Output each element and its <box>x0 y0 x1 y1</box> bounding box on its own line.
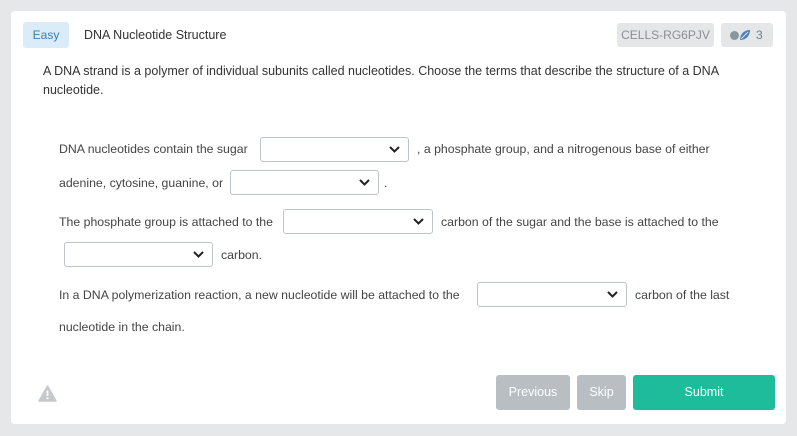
sentence-1-text-c: adenine, cytosine, guanine, or <box>59 176 224 190</box>
chevron-down-icon <box>193 251 204 258</box>
progress-count: 3 <box>756 28 763 42</box>
submit-button[interactable]: Submit <box>633 375 775 410</box>
difficulty-badge: Easy <box>23 22 69 48</box>
base-dropdown[interactable] <box>230 170 379 195</box>
chevron-down-icon <box>359 179 370 186</box>
sugar-dropdown[interactable] <box>260 137 409 162</box>
chevron-down-icon <box>389 146 400 153</box>
progress-badge[interactable]: 3 <box>721 23 773 47</box>
sentence-3-text-b: carbon of the last <box>635 288 730 302</box>
question-header: Easy DNA Nucleotide Structure CELLS-RG6P… <box>11 11 786 59</box>
previous-button[interactable]: Previous <box>496 375 570 410</box>
phosphate-carbon-dropdown[interactable] <box>283 209 433 234</box>
chevron-down-icon <box>607 291 618 298</box>
question-id-badge[interactable]: CELLS-RG6PJV <box>617 23 714 47</box>
warning-icon[interactable] <box>38 385 57 402</box>
base-carbon-dropdown[interactable] <box>64 242 213 267</box>
chevron-down-icon <box>413 218 424 225</box>
sentence-2-text-c: carbon. <box>221 248 263 262</box>
leaf-icon <box>740 30 750 40</box>
sentence-1-text-a: DNA nucleotides contain the sugar <box>59 142 248 156</box>
status-dot-icon <box>730 31 739 40</box>
skip-button[interactable]: Skip <box>577 375 626 410</box>
polymerization-carbon-dropdown[interactable] <box>477 282 627 307</box>
sentence-1-text-d: . <box>384 176 388 190</box>
sentence-2-text-b: carbon of the sugar and the base is atta… <box>441 215 719 229</box>
sentence-3-text-c: nucleotide in the chain. <box>59 320 185 334</box>
question-prompt: A DNA strand is a polymer of individual … <box>43 64 719 97</box>
question-title: DNA Nucleotide Structure <box>84 28 227 42</box>
sentence-3-text-a: In a DNA polymerization reaction, a new … <box>59 288 460 302</box>
question-card: Easy DNA Nucleotide Structure CELLS-RG6P… <box>11 11 786 424</box>
sentence-1-text-b: , a phosphate group, and a nitrogenous b… <box>417 142 710 156</box>
sentence-2-text-a: The phosphate group is attached to the <box>59 215 273 229</box>
